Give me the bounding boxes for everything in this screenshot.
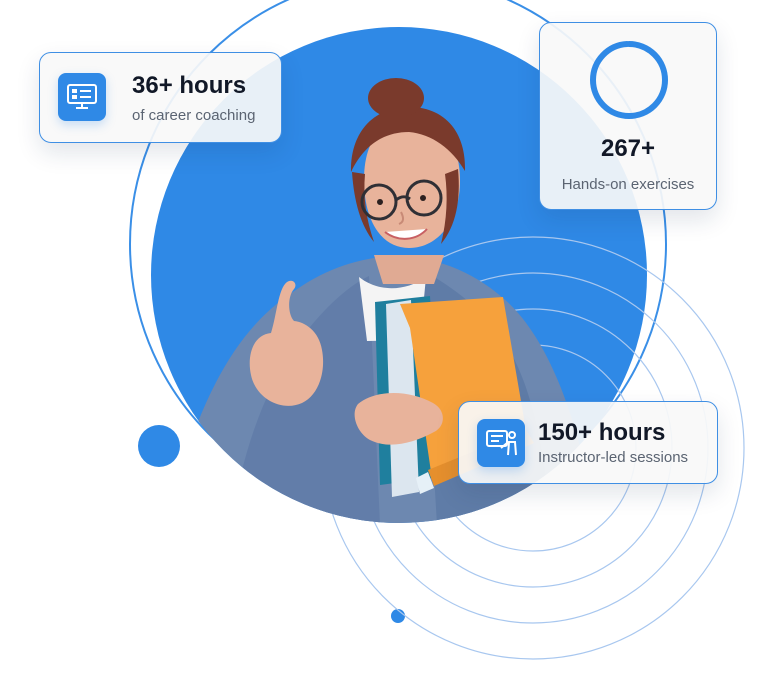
instructor-led-card: 150+ hours Instructor-led sessions (458, 401, 718, 484)
hands-on-exercises-card: 267+ Hands-on exercises (539, 22, 717, 210)
career-coaching-card: 36+ hours of career coaching (39, 52, 282, 143)
exercises-subtitle: Hands-on exercises (561, 176, 695, 193)
exercises-count: 267+ (600, 135, 656, 162)
promo-illustration: 36+ hours of career coaching 267+ Hands-… (0, 0, 757, 673)
decorative-dot-bottom (391, 609, 405, 623)
presentation-board-icon (58, 73, 106, 121)
instructor-hours-subtitle: Instructor-led sessions (538, 449, 689, 466)
instructor-hours-title: 150+ hours (538, 419, 666, 446)
progress-ring-icon (590, 41, 668, 119)
decorative-dot-left (138, 425, 180, 467)
coaching-hours-subtitle: of career coaching (132, 107, 256, 124)
instructor-board-icon (477, 419, 525, 467)
coaching-hours-title: 36+ hours (132, 72, 247, 99)
